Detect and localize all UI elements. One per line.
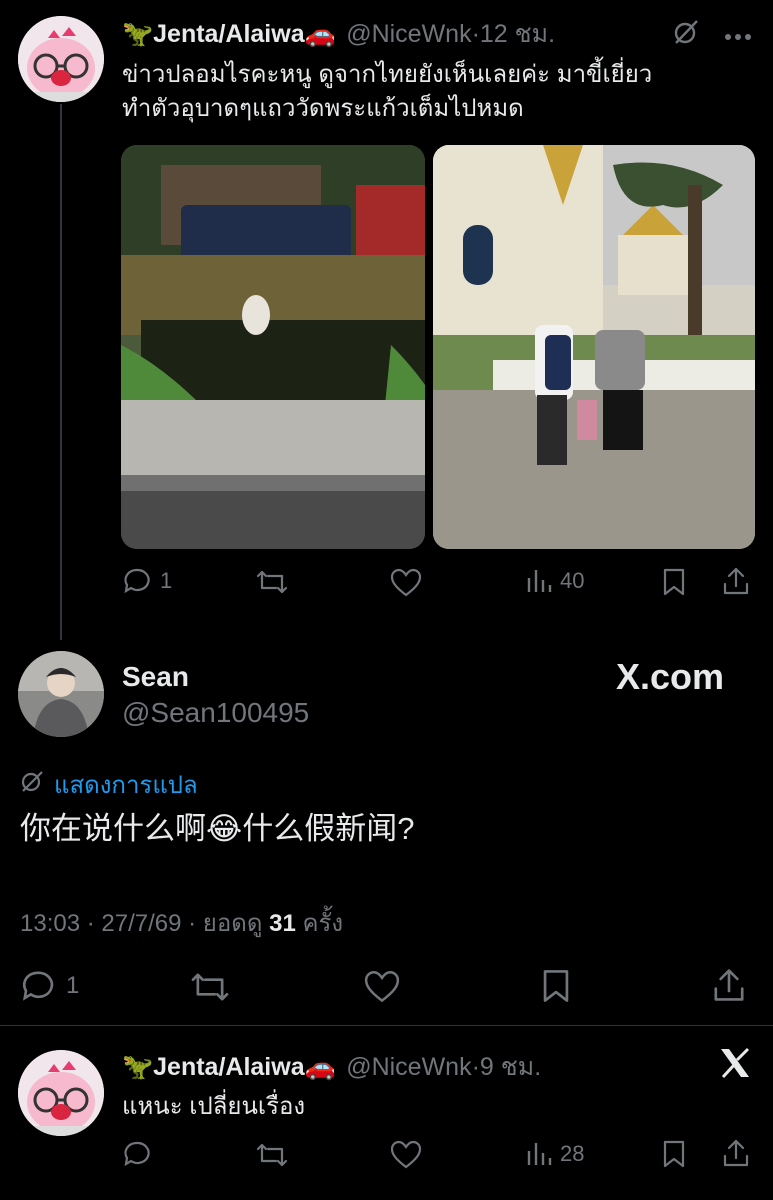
meta-time[interactable]: 13:03 · 27/7/69 · ยอดดู [20,910,269,937]
tweet-photo-1[interactable] [121,145,425,549]
author-handle[interactable]: @NiceWnk [346,1053,471,1081]
author-handle[interactable]: @NiceWnk [346,20,471,48]
views-count: 28 [560,1141,585,1166]
more-options-icon[interactable] [724,28,752,46]
like-button[interactable] [363,970,401,1004]
thread-line [60,104,62,640]
avatar[interactable] [18,16,104,102]
author-name[interactable]: 🦖Jenta/Alaiwa🚗 [122,1053,336,1081]
grok-icon[interactable] [672,18,700,51]
meta-suffix: ครั้ง [295,910,344,937]
tweet1-text: ข่าวปลอมไรคะหนู ดูจากไทยยังเห็นเลยค่ะ มา… [122,58,752,126]
bookmark-button[interactable] [540,969,572,1003]
reply-count: 1 [160,568,173,593]
x-com-logo: X.com [616,656,725,697]
reply-button[interactable] [122,1139,152,1169]
dinosaur-emoji-icon: 🦖 [122,1053,154,1081]
share-button[interactable] [722,566,750,596]
views-count: 40 [560,568,585,593]
bookmark-button[interactable] [662,1140,686,1168]
like-button[interactable] [390,568,422,598]
views-button[interactable]: 28 [526,1141,584,1167]
car-emoji-icon: 🚗 [304,20,336,48]
separator-dot: · [471,20,480,48]
tweet1-text-line1: ข่าวปลอมไรคะหนู ดูจากไทยยังเห็นเลยค่ะ มา… [122,61,653,88]
quoted-author-name[interactable]: Sean [122,661,189,693]
separator-dot: · [471,1053,480,1081]
tweet-meta: 13:03 · 27/7/69 · ยอดดู 31 ครั้ง [20,903,343,942]
quoted-text-part1: 你在说什么啊 [20,811,206,846]
translate-label: แสดงการแปล [54,772,198,799]
share-button[interactable] [722,1138,750,1168]
divider [0,1025,773,1026]
translate-link[interactable]: แสดงการแปล [20,765,198,804]
tweet-time[interactable]: 12 ชม. [480,20,555,48]
author-name[interactable]: 🦖Jenta/Alaiwa🚗 [122,20,336,48]
like-button[interactable] [390,1140,422,1170]
tweet2-header: 🦖Jenta/Alaiwa🚗 @NiceWnk·9 ชม. [122,1047,541,1087]
repost-button[interactable] [256,1141,288,1169]
avatar[interactable] [18,1050,104,1136]
repost-button[interactable] [256,568,288,596]
avatar[interactable] [18,651,104,737]
tweet2-text: แหนะ เปลี่ยนเรื่อง [122,1093,306,1120]
author-name-text: Jenta/Alaiwa [153,1053,305,1081]
laughing-emoji-icon: 😂 [206,811,243,846]
repost-button[interactable] [190,970,230,1004]
x-logo-icon [718,1046,752,1085]
tweet-photo-2[interactable] [433,145,755,549]
reply-count: 1 [66,972,80,999]
grok-translate-icon [20,769,44,800]
quoted-author-handle[interactable]: @Sean100495 [122,697,309,729]
car-emoji-icon: 🚗 [304,1053,336,1081]
reply-button[interactable]: 1 [122,566,172,596]
tweet1-text-line2: ทำตัวอุบาดๆแถววัดพระแก้วเต็มไปหมด [122,95,524,122]
views-button[interactable]: 40 [526,568,584,594]
quoted-text: 你在说什么啊😂什么假新闻? [20,803,414,848]
dinosaur-emoji-icon: 🦖 [122,20,154,48]
share-button[interactable] [712,967,746,1003]
meta-views: 31 [269,910,296,937]
reply-button[interactable]: 1 [20,968,79,1004]
tweet1-header: 🦖Jenta/Alaiwa🚗 @NiceWnk·12 ชม. [122,14,555,54]
author-name-text: Jenta/Alaiwa [153,20,305,48]
bookmark-button[interactable] [662,568,686,596]
quoted-text-part2: 什么假新闻? [242,811,415,846]
tweet-time[interactable]: 9 ชม. [480,1053,541,1081]
